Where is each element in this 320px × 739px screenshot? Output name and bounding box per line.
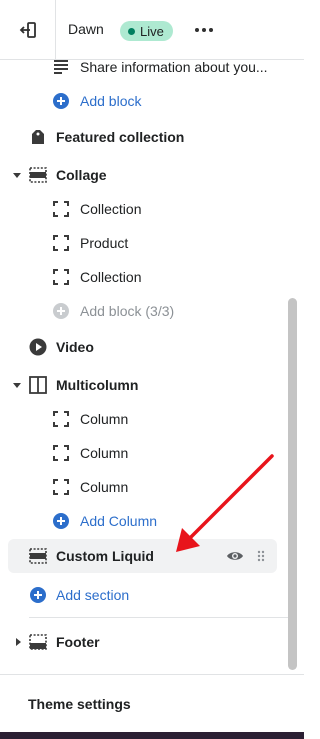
add-block-label: Add block (3/3) <box>80 303 175 319</box>
more-horizontal-icon <box>195 28 199 32</box>
plus-circle-icon <box>53 513 69 529</box>
caret-down-icon[interactable] <box>12 170 22 180</box>
block-label: Column <box>80 411 129 427</box>
dashed-square-icon <box>53 235 69 251</box>
section-featured-collection[interactable]: Featured collection <box>0 120 286 154</box>
dashed-square-icon <box>53 201 69 217</box>
section-label: Custom Liquid <box>56 548 154 564</box>
tag-icon <box>32 130 44 144</box>
more-actions-button[interactable] <box>192 22 216 38</box>
section-label: Featured collection <box>56 129 185 145</box>
block-share-information[interactable]: Share information about you... <box>0 60 286 84</box>
play-circle-icon <box>29 338 47 356</box>
add-column-label: Add Column <box>80 513 158 529</box>
dashed-square-icon <box>53 479 69 495</box>
block-label: Collection <box>80 269 142 285</box>
block-collage-item[interactable]: Collection <box>0 260 286 294</box>
section-label: Video <box>56 339 94 355</box>
exit-icon <box>19 21 36 38</box>
dashed-square-icon <box>53 411 69 427</box>
block-collage-item[interactable]: Product <box>0 226 286 260</box>
add-section-button[interactable]: Add section <box>0 578 286 612</box>
editor-topbar: Dawn Live <box>0 0 304 60</box>
custom-liquid-section-icon <box>29 548 47 564</box>
theme-name: Dawn <box>68 21 104 37</box>
caret-down-icon[interactable] <box>12 380 22 390</box>
plus-circle-icon <box>30 587 46 603</box>
text-lines-icon <box>54 60 68 74</box>
block-label: Column <box>80 479 129 495</box>
plus-circle-icon <box>53 303 69 319</box>
add-section-label: Add section <box>56 587 130 603</box>
add-block-label: Add block <box>80 93 142 109</box>
collage-layout-icon <box>29 167 47 183</box>
live-badge-label: Live <box>140 23 164 39</box>
dashed-square-icon <box>53 445 69 461</box>
scrollbar-thumb[interactable] <box>288 298 297 670</box>
section-footer[interactable]: Footer <box>0 625 286 659</box>
section-label: Collage <box>56 167 107 183</box>
block-label: Collection <box>80 201 142 217</box>
footer-layout-icon <box>29 634 47 650</box>
dashed-square-icon <box>53 269 69 285</box>
plus-circle-icon <box>53 93 69 109</box>
section-multicolumn[interactable]: Multicolumn <box>0 368 286 402</box>
add-block-disabled-button: Add block (3/3) <box>0 294 286 328</box>
live-dot-icon <box>128 27 135 35</box>
section-video[interactable]: Video <box>0 330 286 364</box>
caret-right-icon[interactable] <box>13 637 23 647</box>
add-block-button[interactable]: Add block <box>0 84 286 118</box>
block-label: Column <box>80 445 129 461</box>
section-collage[interactable]: Collage <box>0 158 286 192</box>
block-collage-item[interactable]: Collection <box>0 192 286 226</box>
theme-settings-label: Theme settings <box>28 696 131 712</box>
section-label: Multicolumn <box>56 377 139 393</box>
annotation-arrow-icon <box>176 454 274 552</box>
columns-icon <box>29 376 47 394</box>
theme-settings-bar[interactable]: Theme settings <box>0 674 304 733</box>
block-column-item[interactable]: Column <box>0 402 286 436</box>
section-label: Footer <box>56 634 100 650</box>
desktop-background-strip <box>0 732 304 739</box>
block-label: Share information about you... <box>80 60 268 75</box>
divider <box>29 617 297 618</box>
block-label: Product <box>80 235 129 251</box>
section-tree: Share information about you... Add block… <box>0 60 304 673</box>
exit-button[interactable] <box>0 0 56 59</box>
live-status-badge: Live <box>120 21 173 41</box>
